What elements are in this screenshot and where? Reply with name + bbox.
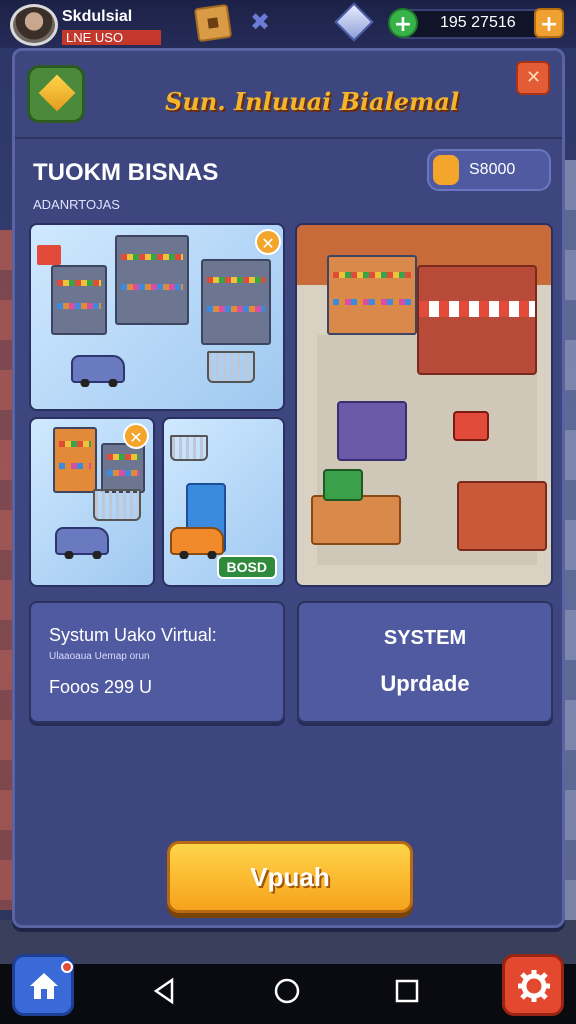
shop-front xyxy=(417,265,537,375)
tile-shelf-close-icon[interactable]: ✕ xyxy=(123,423,149,449)
price-value: S8000 xyxy=(469,161,516,178)
shelf-icon xyxy=(101,443,145,493)
shelf-icon xyxy=(327,255,417,335)
settings-button[interactable] xyxy=(502,954,564,1016)
gem-icon[interactable] xyxy=(334,2,374,42)
cart-icon xyxy=(207,351,255,383)
primary-action-button[interactable]: Vpuah xyxy=(167,841,413,913)
player-avatar[interactable] xyxy=(10,4,58,46)
van-icon xyxy=(55,527,109,559)
stall-icon xyxy=(337,401,407,461)
coin-icon xyxy=(433,155,459,185)
panel-header: Sun. Inluuai Bialemal xyxy=(15,51,562,139)
notification-dot xyxy=(61,961,73,973)
player-level-label: LNE USO xyxy=(62,30,162,45)
card-value: Fooos 299 U xyxy=(49,677,153,697)
home-nav-icon[interactable] xyxy=(272,976,302,1006)
virtual-system-card[interactable]: Systum Uako Virtual: Ulaaoaua Uemap orun… xyxy=(29,601,285,723)
tools-icon[interactable]: ✖ xyxy=(250,8,270,36)
upgrade-label: Uprdade xyxy=(380,671,470,696)
register-icon xyxy=(323,469,363,501)
shelf-icon xyxy=(115,235,189,325)
recent-apps-icon[interactable] xyxy=(394,976,420,1006)
price-button[interactable]: S8000 xyxy=(427,149,551,191)
shelf-icon xyxy=(53,427,97,493)
card-title: SYSTEM xyxy=(383,627,467,649)
shelf-icon xyxy=(201,259,271,345)
panel-title: Sun. Inluuai Bialemal xyxy=(165,87,460,116)
cash-value: 195 27516 xyxy=(440,14,516,31)
counter-icon xyxy=(311,495,401,545)
add-cash-icon[interactable]: + xyxy=(388,8,418,38)
section-title: TUOKM BISNAS xyxy=(33,159,219,186)
sale-sign-icon xyxy=(37,245,61,265)
shelf-icon xyxy=(51,265,107,335)
house-icon xyxy=(30,973,58,999)
player-name: Skdulsial xyxy=(62,8,133,25)
van-icon xyxy=(71,355,125,387)
gear-icon xyxy=(518,970,550,1002)
tile-store[interactable]: ✕ xyxy=(29,223,285,411)
tile-mall[interactable] xyxy=(295,223,553,587)
add-gems-button[interactable]: + xyxy=(534,8,564,38)
back-nav-icon[interactable] xyxy=(150,976,178,1006)
kiosk-icon xyxy=(453,411,489,441)
cart-icon xyxy=(170,435,208,461)
card-description: Ulaaoaua Uemap orun xyxy=(49,651,150,662)
stall-icon xyxy=(457,481,547,551)
tile-badge: BOSD xyxy=(216,555,277,579)
crate-icon[interactable] xyxy=(193,3,233,43)
system-upgrade-card[interactable]: SYSTEM Uprdade xyxy=(297,601,553,723)
tile-store-close-icon[interactable]: ✕ xyxy=(255,229,281,255)
home-menu-button[interactable] xyxy=(12,954,74,1016)
top-hud: Skdulsial LNE USO ✖ + 195 27516 + xyxy=(0,0,576,48)
tile-cart[interactable]: BOSD xyxy=(162,417,285,587)
card-title: Systum Uako Virtual: xyxy=(49,625,217,645)
tile-shelf[interactable]: ✕ xyxy=(29,417,155,587)
van-icon xyxy=(170,527,224,559)
section-subtitle: ADANRTOJAS xyxy=(33,197,120,212)
cart-icon xyxy=(93,489,141,521)
close-button[interactable] xyxy=(516,61,550,95)
business-panel: Sun. Inluuai Bialemal TUOKM BISNAS ADANR… xyxy=(12,48,565,928)
business-logo-icon xyxy=(27,65,85,123)
